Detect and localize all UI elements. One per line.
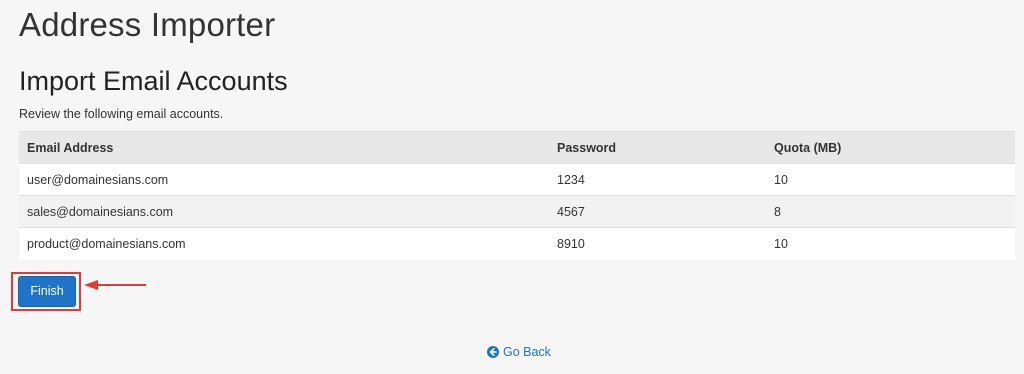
column-header-email: Email Address bbox=[19, 131, 549, 164]
annotation-arrow-icon bbox=[84, 280, 146, 290]
column-header-password: Password bbox=[549, 131, 766, 164]
cell-quota: 8 bbox=[766, 195, 1015, 228]
go-back-label: Go Back bbox=[503, 345, 551, 359]
table-row: product@domainesians.com 8910 10 bbox=[19, 227, 1015, 260]
cell-password: 1234 bbox=[549, 163, 766, 196]
cell-email: product@domainesians.com bbox=[19, 227, 549, 260]
section-title: Import Email Accounts bbox=[19, 66, 288, 96]
email-accounts-table: Email Address Password Quota (MB) user@d… bbox=[19, 131, 1015, 260]
cell-password: 4567 bbox=[549, 195, 766, 228]
table-header-row: Email Address Password Quota (MB) bbox=[19, 131, 1015, 164]
column-header-quota: Quota (MB) bbox=[766, 131, 1015, 164]
page-title: Address Importer bbox=[19, 6, 276, 43]
cell-email: sales@domainesians.com bbox=[19, 195, 549, 228]
arrow-circle-left-icon bbox=[487, 346, 499, 358]
cell-quota: 10 bbox=[766, 227, 1015, 260]
cell-quota: 10 bbox=[766, 163, 1015, 196]
cell-password: 8910 bbox=[549, 227, 766, 260]
finish-button[interactable]: Finish bbox=[18, 276, 76, 307]
cell-email: user@domainesians.com bbox=[19, 163, 549, 196]
table-row: sales@domainesians.com 4567 8 bbox=[19, 195, 1015, 228]
section-description: Review the following email accounts. bbox=[19, 107, 224, 121]
go-back-link[interactable]: Go Back bbox=[487, 345, 551, 359]
table-row: user@domainesians.com 1234 10 bbox=[19, 163, 1015, 196]
